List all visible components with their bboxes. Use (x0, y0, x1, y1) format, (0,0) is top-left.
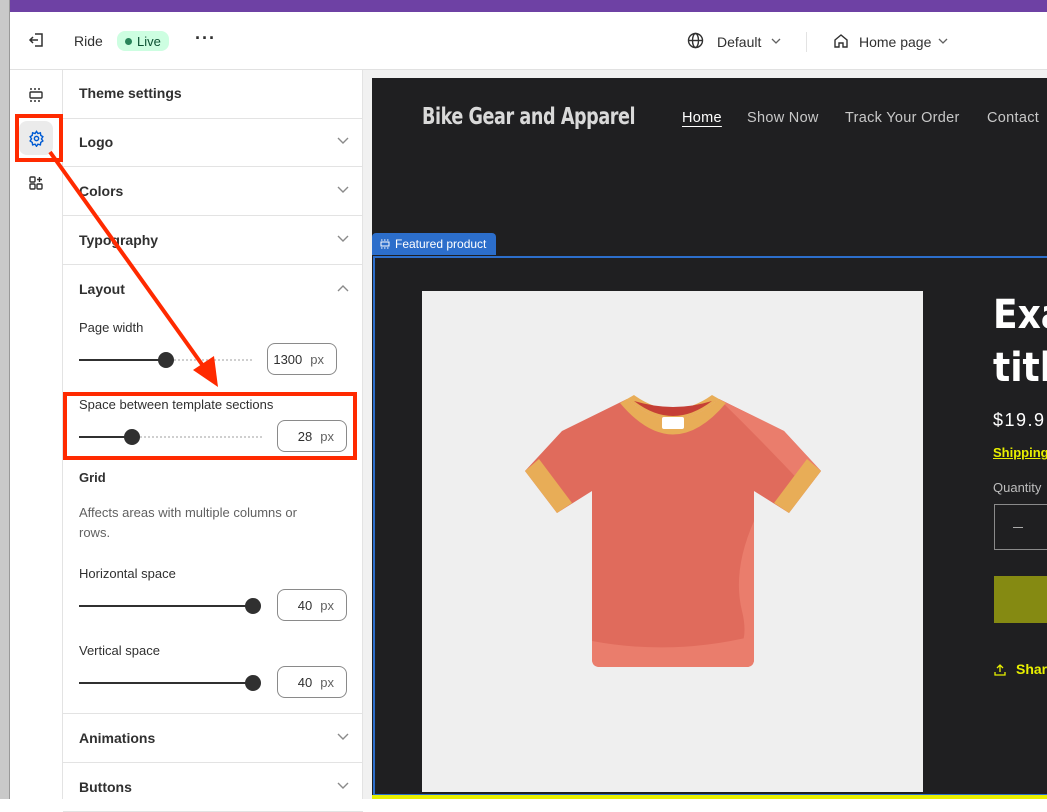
section-animations[interactable]: Animations (63, 714, 363, 763)
shipping-link[interactable]: Shipping (993, 445, 1047, 460)
more-actions-button[interactable]: ··· (195, 28, 216, 49)
chevron-up-icon[interactable] (337, 284, 349, 292)
product-price: $19.9 (993, 410, 1046, 430)
nav-home[interactable]: Home (682, 110, 722, 126)
vertical-space-input[interactable]: 40 px (277, 666, 347, 698)
section-label: Typography (79, 232, 159, 248)
unit: px (320, 597, 334, 613)
panel-title: Theme settings (79, 85, 182, 101)
chevron-down-icon (337, 137, 349, 144)
nav-track-order[interactable]: Track Your Order (845, 110, 960, 126)
annotation-highlight-section-space (63, 392, 357, 460)
theme-selector[interactable]: Default (717, 34, 761, 50)
vertical-space-label: Vertical space (79, 643, 160, 658)
value: 40 (297, 597, 313, 613)
page-selector[interactable]: Home page (859, 34, 931, 50)
slider-track-empty (165, 359, 252, 361)
section-colors[interactable]: Colors (63, 167, 363, 216)
product-title-line2: titl (993, 345, 1047, 391)
section-icon (380, 239, 390, 249)
product-image[interactable] (422, 291, 923, 792)
live-dot-icon (125, 37, 132, 45)
apps-icon (29, 176, 43, 190)
slider-track-filled (79, 359, 166, 361)
window-edge (0, 0, 10, 799)
section-typography[interactable]: Typography (63, 216, 363, 265)
annotation-highlight-settings (15, 114, 63, 162)
horizontal-space-input[interactable]: 40 px (277, 589, 347, 621)
section-label: Buttons (79, 779, 132, 795)
chevron-down-icon (337, 186, 349, 193)
chevron-down-icon (337, 733, 349, 740)
section-tag[interactable]: Featured product (372, 233, 497, 255)
chevron-down-icon (771, 38, 781, 44)
page-width-label: Page width (79, 320, 144, 335)
store-logo[interactable]: Bike Gear and Apparel (422, 104, 636, 130)
next-section-edge (372, 795, 1047, 799)
section-buttons[interactable]: Buttons (63, 763, 363, 812)
share-icon (994, 664, 1006, 676)
status-badge: Live (117, 31, 169, 51)
home-icon (833, 33, 849, 54)
sections-button[interactable] (19, 78, 53, 112)
unit: px (310, 351, 324, 367)
quantity-stepper[interactable] (994, 504, 1047, 550)
section-label: Animations (79, 730, 156, 746)
slider-thumb[interactable] (245, 598, 261, 614)
share-button[interactable]: Shar (1016, 661, 1047, 677)
chevron-down-icon (938, 38, 948, 44)
chevron-down-icon (337, 235, 349, 242)
horizontal-space-label: Horizontal space (79, 566, 176, 581)
page-width-input[interactable]: 1300 px (267, 343, 337, 375)
exit-icon[interactable] (28, 31, 46, 54)
apps-button[interactable] (19, 166, 53, 200)
store-name: Ride (74, 33, 103, 49)
section-label: Logo (79, 134, 114, 150)
slider-track-filled (79, 605, 253, 607)
tshirt-image (525, 395, 821, 667)
add-to-cart-button[interactable] (994, 576, 1047, 623)
slider-thumb[interactable] (245, 675, 261, 691)
icon-rail (10, 70, 63, 799)
product-title-line1: Exa (993, 292, 1047, 338)
value: 40 (297, 674, 313, 690)
section-logo[interactable]: Logo (63, 118, 363, 167)
slider-track-filled (79, 682, 253, 684)
status-text: Live (137, 33, 161, 49)
value: 1300 (273, 351, 303, 367)
minus-icon[interactable] (1013, 527, 1023, 528)
sections-icon (29, 88, 43, 102)
nav-show-now[interactable]: Show Now (747, 110, 819, 126)
unit: px (320, 674, 334, 690)
globe-icon (687, 32, 704, 54)
slider-thumb[interactable] (157, 352, 174, 368)
grid-help: Affects areas with multiple columns or r… (79, 505, 297, 540)
divider (806, 32, 807, 52)
grid-heading: Grid (79, 470, 106, 485)
section-label[interactable]: Layout (79, 281, 125, 297)
chevron-down-icon (337, 782, 349, 789)
panel-title-row: Theme settings (63, 70, 363, 119)
top-bar (10, 0, 1047, 12)
section-label: Colors (79, 183, 124, 199)
section-tag-label: Featured product (395, 237, 487, 251)
nav-contact[interactable]: Contact (987, 110, 1039, 126)
quantity-label: Quantity (993, 480, 1042, 495)
